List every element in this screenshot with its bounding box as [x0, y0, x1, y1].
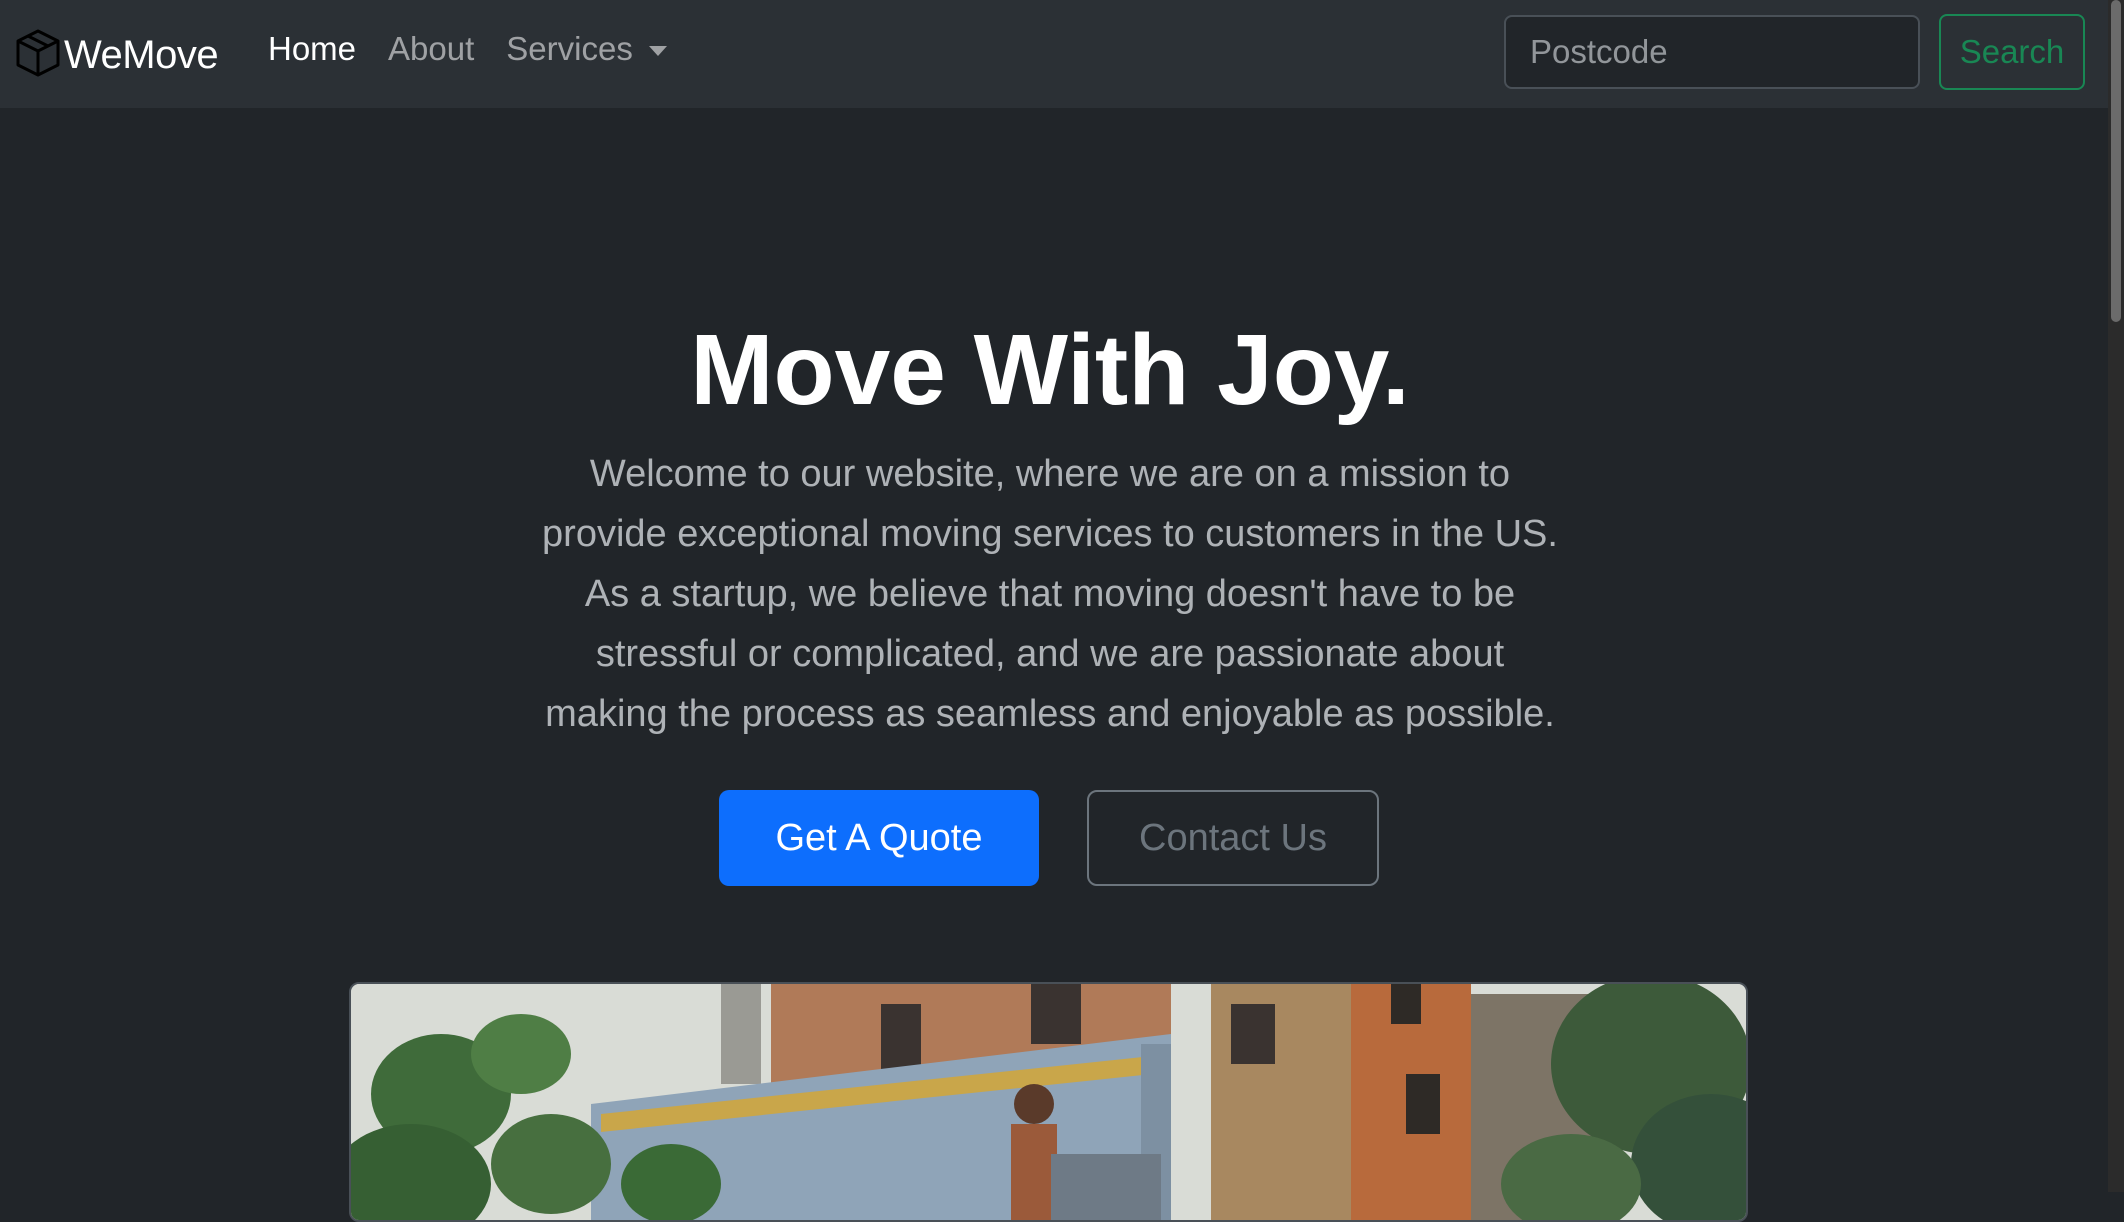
nav-links: Home About Services — [268, 30, 699, 68]
postcode-search-input[interactable] — [1504, 15, 1920, 89]
nav-about-link[interactable]: About — [388, 30, 474, 68]
page-scrollbar[interactable] — [2108, 0, 2124, 1192]
nav-services-label: Services — [506, 30, 633, 67]
search-button[interactable]: Search — [1939, 14, 2085, 90]
hero-title: Move With Joy. — [690, 314, 1410, 426]
contact-us-button[interactable]: Contact Us — [1087, 790, 1379, 886]
nav-services-dropdown[interactable]: Services — [506, 30, 667, 68]
box-icon — [12, 27, 64, 84]
brand-link[interactable]: WeMove — [12, 27, 219, 84]
get-a-quote-button[interactable]: Get A Quote — [719, 790, 1039, 886]
navbar: WeMove Home About Services Search — [0, 0, 2108, 108]
chevron-down-icon — [648, 46, 667, 56]
hero-image — [349, 982, 1748, 1222]
page: WeMove Home About Services Search Move W… — [0, 0, 2108, 1222]
nav-home-link[interactable]: Home — [268, 30, 356, 68]
hero-lead: Welcome to our website, where we are on … — [542, 453, 1558, 735]
brand-name: WeMove — [64, 32, 219, 77]
scrollbar-thumb[interactable] — [2111, 0, 2121, 322]
